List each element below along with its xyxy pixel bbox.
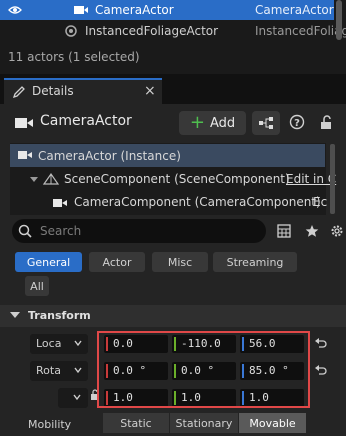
camera-icon <box>53 199 67 207</box>
scale-dropdown[interactable] <box>58 388 88 408</box>
gear-icon[interactable] <box>330 224 344 238</box>
close-icon[interactable]: × <box>144 83 156 99</box>
component-tree-scrollbar[interactable] <box>330 144 335 214</box>
blueprint-nodes-icon <box>259 117 273 129</box>
outliner-scrollbar[interactable] <box>336 0 342 40</box>
chevron-down-icon <box>74 367 82 374</box>
unlock-icon[interactable] <box>319 114 333 130</box>
scene-component-icon <box>42 172 60 185</box>
edit-in-cpp-link[interactable]: Ec <box>313 195 327 209</box>
outliner-list: CameraActor CameraActor InstancedFoliage… <box>0 0 346 68</box>
blueprint-button[interactable] <box>252 111 280 135</box>
filter-actor-button[interactable]: Actor <box>89 252 145 272</box>
details-pencil-icon <box>12 86 25 99</box>
mobility-movable-button[interactable]: Movable <box>239 413 306 433</box>
rotation-dropdown[interactable]: Rota <box>30 361 88 381</box>
search-input[interactable] <box>40 222 260 240</box>
table-view-icon[interactable] <box>277 224 291 238</box>
svg-text:?: ? <box>294 118 300 129</box>
mobility-label: Mobility <box>28 418 72 431</box>
camera-actor-icon <box>15 118 33 128</box>
add-button-label: Add <box>209 115 236 131</box>
dropdown-label: Loca <box>36 337 62 350</box>
mobility-static-button[interactable]: Static <box>103 413 169 433</box>
search-icon <box>18 224 32 238</box>
actor-count: 11 actors (1 selected) <box>8 50 140 64</box>
add-component-button[interactable]: + Add <box>179 111 246 135</box>
section-title: Transform <box>28 309 91 322</box>
foliage-icon <box>65 25 77 37</box>
visibility-eye-icon[interactable] <box>8 3 22 17</box>
component-scene-label: SceneComponent (SceneComponent) <box>64 172 290 186</box>
location-dropdown[interactable]: Loca <box>30 334 88 354</box>
outliner-row-name: CameraActor <box>95 3 174 17</box>
filter-streaming-button[interactable]: Streaming <box>213 252 297 272</box>
component-camera-label: CameraComponent (CameraComponent) <box>74 195 321 209</box>
reset-arrow-icon[interactable] <box>314 365 328 377</box>
dropdown-label: Rota <box>36 364 61 377</box>
component-root-label: CameraActor (Instance) <box>38 149 181 163</box>
actor-name: CameraActor <box>40 113 132 129</box>
star-icon[interactable] <box>305 224 319 238</box>
chevron-down-icon[interactable] <box>10 312 20 318</box>
tab-label: Details <box>32 84 74 98</box>
filter-misc-button[interactable]: Misc <box>152 252 208 272</box>
transform-highlight-box <box>97 331 310 408</box>
chevron-down-icon <box>73 394 81 401</box>
edit-in-cpp-link[interactable]: Edit in C <box>286 172 336 186</box>
camera-icon <box>18 151 32 159</box>
camera-actor-icon <box>74 6 88 14</box>
plus-icon: + <box>189 112 205 133</box>
reset-arrow-icon[interactable] <box>314 338 328 350</box>
mobility-stationary-button[interactable]: Stationary <box>170 413 238 433</box>
outliner-row-name: InstancedFoliageActor <box>85 24 219 38</box>
chevron-down-icon <box>74 340 82 347</box>
chevron-down-icon[interactable] <box>30 175 38 183</box>
tab-details[interactable]: Details × <box>4 78 162 104</box>
filter-general-button[interactable]: General <box>15 252 82 272</box>
help-icon[interactable]: ? <box>289 114 305 130</box>
outliner-row-type: InstancedFoliag <box>255 24 346 38</box>
filter-all-button[interactable]: All <box>25 276 49 296</box>
outliner-row-type: CameraActor <box>255 3 334 17</box>
